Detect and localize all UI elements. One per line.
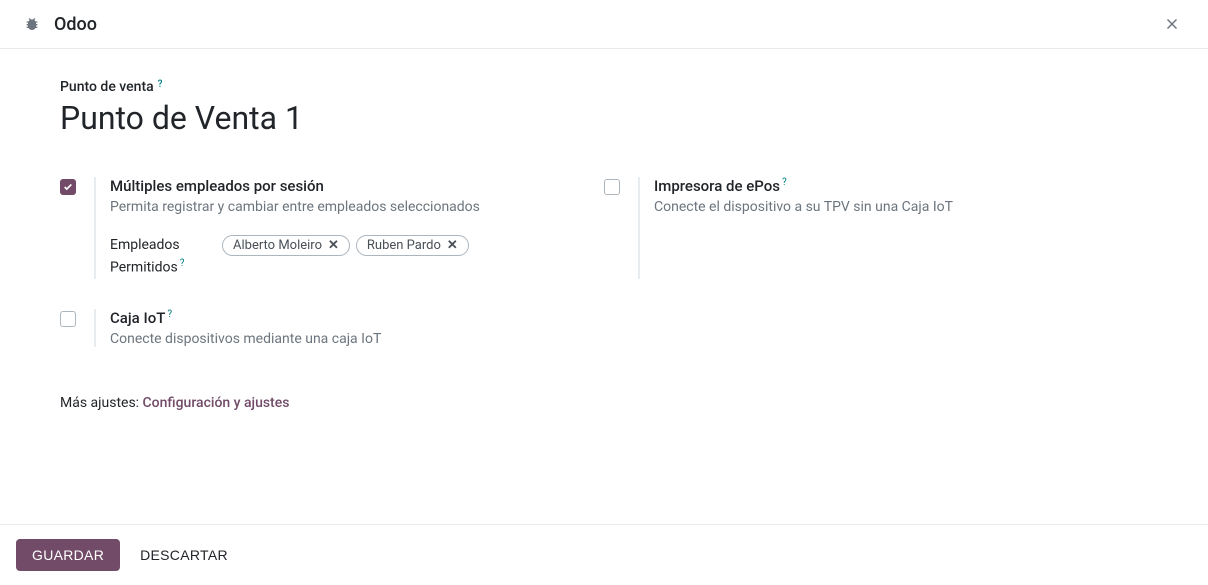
- tag-remove-icon[interactable]: ✕: [328, 238, 339, 253]
- setting-title: Caja IoT: [110, 309, 165, 327]
- checkbox-epos-printer[interactable]: [604, 179, 620, 195]
- checkbox-col: [604, 177, 632, 195]
- setting-iot-box: Caja IoT? Conecte dispositivos mediante …: [60, 309, 604, 377]
- help-icon[interactable]: ?: [180, 258, 185, 269]
- header-left: Odoo: [24, 14, 97, 35]
- divider: [94, 177, 96, 279]
- breadcrumb: Punto de venta ?: [60, 79, 1148, 95]
- settings-area: Múltiples empleados por sesión Permita r…: [60, 177, 1148, 377]
- divider: [94, 309, 96, 347]
- close-icon[interactable]: [1160, 12, 1184, 36]
- allowed-employees-field: Empleados Permitidos? Alberto Moleiro ✕ …: [110, 235, 604, 279]
- setting-desc: Permita registrar y cambiar entre emplea…: [110, 199, 604, 215]
- help-icon[interactable]: ?: [782, 177, 787, 188]
- setting-desc: Conecte el dispositivo a su TPV sin una …: [654, 199, 1148, 215]
- tag-label: Ruben Pardo: [367, 238, 441, 253]
- setting-row: Caja IoT? Conecte dispositivos mediante …: [60, 309, 1148, 377]
- help-icon[interactable]: ?: [158, 79, 163, 90]
- field-label-text: Empleados Permitidos: [110, 237, 180, 276]
- setting-title: Múltiples empleados por sesión: [110, 177, 324, 195]
- employee-tags[interactable]: Alberto Moleiro ✕ Ruben Pardo ✕: [222, 235, 469, 256]
- divider: [638, 177, 640, 279]
- employee-tag[interactable]: Ruben Pardo ✕: [356, 235, 469, 256]
- checkbox-iot-box[interactable]: [60, 311, 76, 327]
- setting-content: Múltiples empleados por sesión Permita r…: [110, 177, 604, 279]
- dialog-footer: GUARDAR DESCARTAR: [0, 524, 1208, 585]
- dialog-header: Odoo: [0, 0, 1208, 49]
- checkbox-multi-employees[interactable]: [60, 179, 76, 195]
- more-settings: Más ajustes: Configuración y ajustes: [60, 395, 1148, 411]
- bug-icon: [24, 16, 40, 32]
- discard-button[interactable]: DESCARTAR: [130, 539, 238, 571]
- page-title: Punto de Venta 1: [60, 99, 1148, 137]
- setting-content: Caja IoT? Conecte dispositivos mediante …: [110, 309, 604, 347]
- app-title: Odoo: [54, 14, 97, 35]
- help-icon[interactable]: ?: [167, 309, 172, 320]
- tag-remove-icon[interactable]: ✕: [447, 238, 458, 253]
- checkbox-col: [60, 309, 88, 327]
- more-settings-prefix: Más ajustes:: [60, 395, 143, 411]
- setting-title: Impresora de ePos: [654, 177, 780, 195]
- checkbox-col: [60, 177, 88, 195]
- more-settings-link[interactable]: Configuración y ajustes: [143, 395, 290, 411]
- employee-tag[interactable]: Alberto Moleiro ✕: [222, 235, 350, 256]
- setting-epos-printer: Impresora de ePos? Conecte el dispositiv…: [604, 177, 1148, 309]
- allowed-employees-label: Empleados Permitidos?: [110, 235, 210, 279]
- tag-label: Alberto Moleiro: [233, 238, 322, 253]
- dialog-content: Punto de venta ? Punto de Venta 1 Múltip…: [0, 49, 1208, 431]
- setting-multi-employees: Múltiples empleados por sesión Permita r…: [60, 177, 604, 309]
- breadcrumb-label: Punto de venta: [60, 79, 154, 95]
- setting-content: Impresora de ePos? Conecte el dispositiv…: [654, 177, 1148, 215]
- setting-row: Múltiples empleados por sesión Permita r…: [60, 177, 1148, 309]
- setting-desc: Conecte dispositivos mediante una caja I…: [110, 331, 604, 347]
- save-button[interactable]: GUARDAR: [16, 539, 120, 571]
